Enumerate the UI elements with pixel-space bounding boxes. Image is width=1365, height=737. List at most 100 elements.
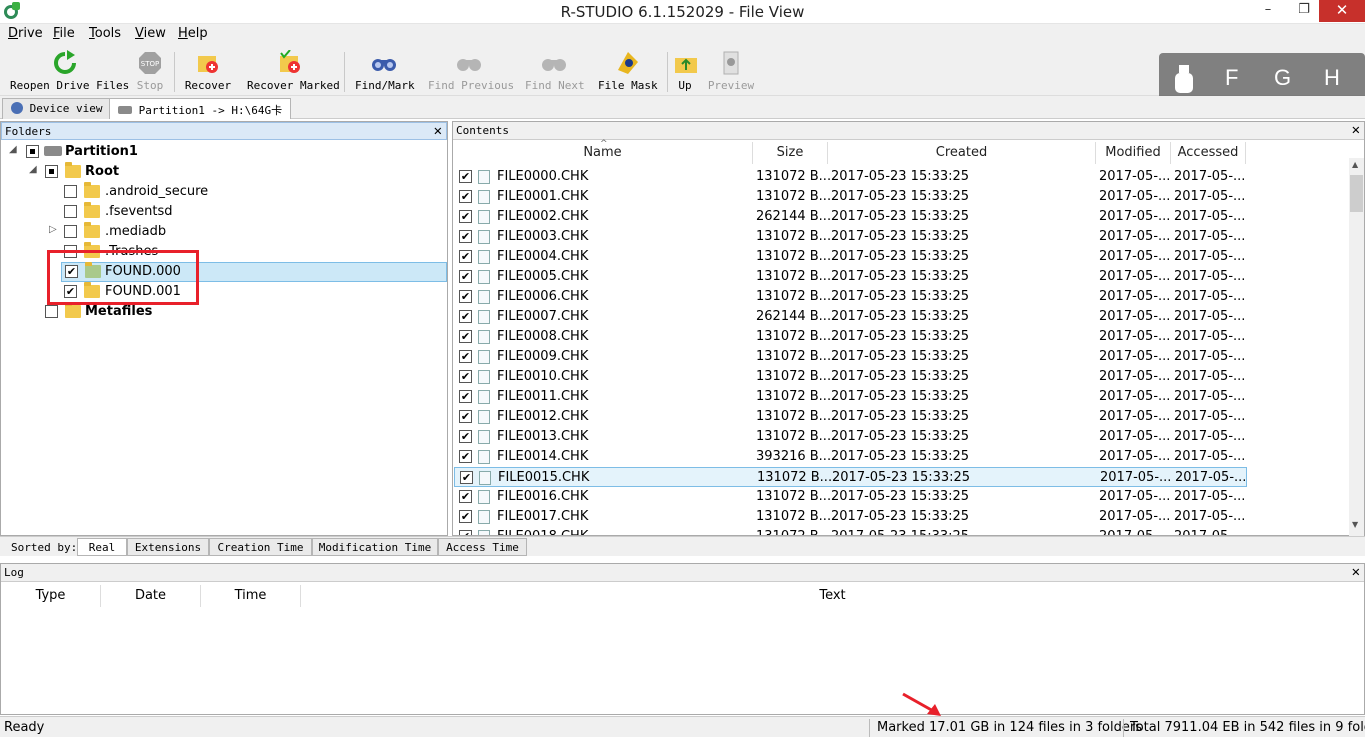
contents-panel-close-button[interactable]: ✕ [1352,122,1360,138]
table-row[interactable]: ✔ FILE0001.CHK 131072 B... 2017-05-23 15:33… [454,187,1247,207]
cell-size: 262144 B... [756,209,832,224]
sort-tab-modification-time[interactable]: Modification Time [312,538,438,556]
folders-panel-close-button[interactable]: ✕ [434,123,442,139]
tab-device-view[interactable]: Device view [2,98,112,119]
find-previous-button[interactable]: Find Previous [428,50,514,94]
table-row[interactable]: ✔ FILE0005.CHK 131072 B... 2017-05-23 15:33… [454,267,1247,287]
column-header-size[interactable]: Size [753,142,828,164]
tree-checkbox[interactable] [45,305,58,318]
table-row[interactable]: ✔ FILE0009.CHK 131072 B... 2017-05-23 15:33… [454,347,1247,367]
column-header-created[interactable]: Created [828,142,1096,164]
file-checkbox-checked[interactable]: ✔ [459,230,472,243]
file-icon [478,270,490,284]
drive-letter-h[interactable]: H [1324,65,1340,91]
log-panel-close-button[interactable]: ✕ [1352,564,1360,580]
column-header-modified[interactable]: Modified [1096,142,1171,164]
table-row[interactable]: ✔ FILE0014.CHK 393216 B... 2017-05-23 15:33… [454,447,1247,467]
collapse-arrow-icon[interactable]: ◢ [9,144,17,155]
column-header-name[interactable]: Name ^ [453,139,753,164]
tree-checkbox[interactable] [64,185,77,198]
scroll-down-icon[interactable]: ▼ [1352,520,1358,529]
recover-button[interactable]: Recover [184,50,232,94]
file-checkbox-checked[interactable]: ✔ [459,210,472,223]
contents-vertical-scrollbar[interactable]: ▲ ▼ [1349,158,1364,536]
table-row[interactable]: ✔ FILE0013.CHK 131072 B... 2017-05-23 15:33… [454,427,1247,447]
file-checkbox-checked[interactable]: ✔ [459,490,472,503]
table-row[interactable]: ✔ FILE0011.CHK 131072 B... 2017-05-23 15:33… [454,387,1247,407]
expand-arrow-icon[interactable]: ▷ [49,224,57,235]
file-checkbox-checked[interactable]: ✔ [459,310,472,323]
reopen-drive-files-button[interactable]: Reopen Drive Files [10,50,129,94]
sort-tab-creation-time[interactable]: Creation Time [209,538,312,556]
table-row[interactable]: ✔ FILE0015.CHK 131072 B... 2017-05-23 15:33… [454,467,1247,487]
table-row[interactable]: ✔ FILE0000.CHK 131072 B... 2017-05-23 15:33… [454,167,1247,187]
file-checkbox-checked[interactable]: ✔ [459,430,472,443]
up-button[interactable]: Up [673,50,697,94]
table-row[interactable]: ✔ FILE0017.CHK 131072 B... 2017-05-23 15:33… [454,507,1247,527]
file-checkbox-checked[interactable]: ✔ [459,370,472,383]
drive-letter-f[interactable]: F [1225,65,1238,91]
table-row[interactable]: ✔ FILE0008.CHK 131072 B... 2017-05-23 15:33… [454,327,1247,347]
sort-tab-extensions[interactable]: Extensions [127,538,209,556]
table-row[interactable]: ✔ FILE0007.CHK 262144 B... 2017-05-23 15:33… [454,307,1247,327]
find-next-button[interactable]: Find Next [525,50,585,94]
tree-item-fseventsd[interactable]: .fseventsd [1,202,447,222]
tree-checkbox[interactable] [64,225,77,238]
log-column-text[interactable]: Text [301,585,1364,607]
menu-help[interactable]: Help [178,26,208,41]
menu-drive[interactable]: Drive [8,26,43,41]
tree-item-partition1[interactable]: ◢ Partition1 [1,142,447,162]
tree-checkbox[interactable] [64,205,77,218]
tree-item-root[interactable]: ◢ Root [1,162,447,182]
menu-file[interactable]: File [53,26,75,41]
table-row[interactable]: ✔ FILE0010.CHK 131072 B... 2017-05-23 15:33… [454,367,1247,387]
table-row[interactable]: ✔ FILE0012.CHK 131072 B... 2017-05-23 15:33… [454,407,1247,427]
tree-checkbox[interactable] [45,165,58,178]
table-row[interactable]: ✔ FILE0003.CHK 131072 B... 2017-05-23 15:33… [454,227,1247,247]
sort-tab-access-time[interactable]: Access Time [438,538,527,556]
file-checkbox-checked[interactable]: ✔ [459,270,472,283]
find-mark-button[interactable]: Find/Mark [355,50,415,94]
scroll-up-icon[interactable]: ▲ [1352,160,1358,169]
collapse-arrow-icon[interactable]: ◢ [29,164,37,175]
file-checkbox-checked[interactable]: ✔ [459,390,472,403]
tab-partition[interactable]: Partition1 -> H:\64G卡 [109,98,292,119]
file-checkbox-checked[interactable]: ✔ [459,350,472,363]
maximize-button[interactable]: ❐ [1287,0,1321,22]
table-row[interactable]: ✔ FILE0016.CHK 131072 B... 2017-05-23 15:33… [454,487,1247,507]
minimize-button[interactable]: – [1251,0,1285,22]
close-button[interactable]: ✕ [1319,0,1365,22]
file-checkbox-checked[interactable]: ✔ [459,170,472,183]
recover-marked-button[interactable]: Recover Marked [247,50,340,94]
cell-created: 2017-05-23 15:33:25 [831,269,970,284]
tree-item-metafiles[interactable]: Metafiles [1,302,447,322]
log-column-date[interactable]: Date [101,585,201,607]
scrollbar-thumb[interactable] [1350,175,1363,212]
stop-button[interactable]: STOP Stop [134,50,166,94]
file-mask-button[interactable]: File Mask [598,50,658,94]
file-checkbox-checked[interactable]: ✔ [459,290,472,303]
tree-item-mediadb[interactable]: ▷ .mediadb [1,222,447,242]
tree-item-android-secure[interactable]: .android_secure [1,182,447,202]
table-row[interactable]: ✔ FILE0002.CHK 262144 B... 2017-05-23 15:33… [454,207,1247,227]
file-checkbox-checked[interactable]: ✔ [460,471,473,484]
preview-button[interactable]: Preview [707,50,755,94]
table-row[interactable]: ✔ FILE0004.CHK 131072 B... 2017-05-23 15:33… [454,247,1247,267]
folder-icon [65,302,81,318]
file-checkbox-checked[interactable]: ✔ [459,410,472,423]
log-column-type[interactable]: Type [1,585,101,607]
menu-tools[interactable]: Tools [89,26,121,41]
log-column-time[interactable]: Time [201,585,301,607]
drive-letter-g[interactable]: G [1274,65,1291,91]
menu-view[interactable]: View [135,26,166,41]
table-row[interactable]: ✔FILE0018.CHK131072 B...2017-05-23 15:33… [454,527,1247,535]
column-header-accessed[interactable]: Accessed [1171,142,1246,164]
tree-checkbox[interactable] [26,145,39,158]
sort-tab-real[interactable]: Real [77,538,127,556]
file-checkbox-checked[interactable]: ✔ [459,190,472,203]
file-checkbox-checked[interactable]: ✔ [459,450,472,463]
file-checkbox-checked[interactable]: ✔ [459,330,472,343]
file-checkbox-checked[interactable]: ✔ [459,510,472,523]
table-row[interactable]: ✔ FILE0006.CHK 131072 B... 2017-05-23 15:33… [454,287,1247,307]
file-checkbox-checked[interactable]: ✔ [459,250,472,263]
